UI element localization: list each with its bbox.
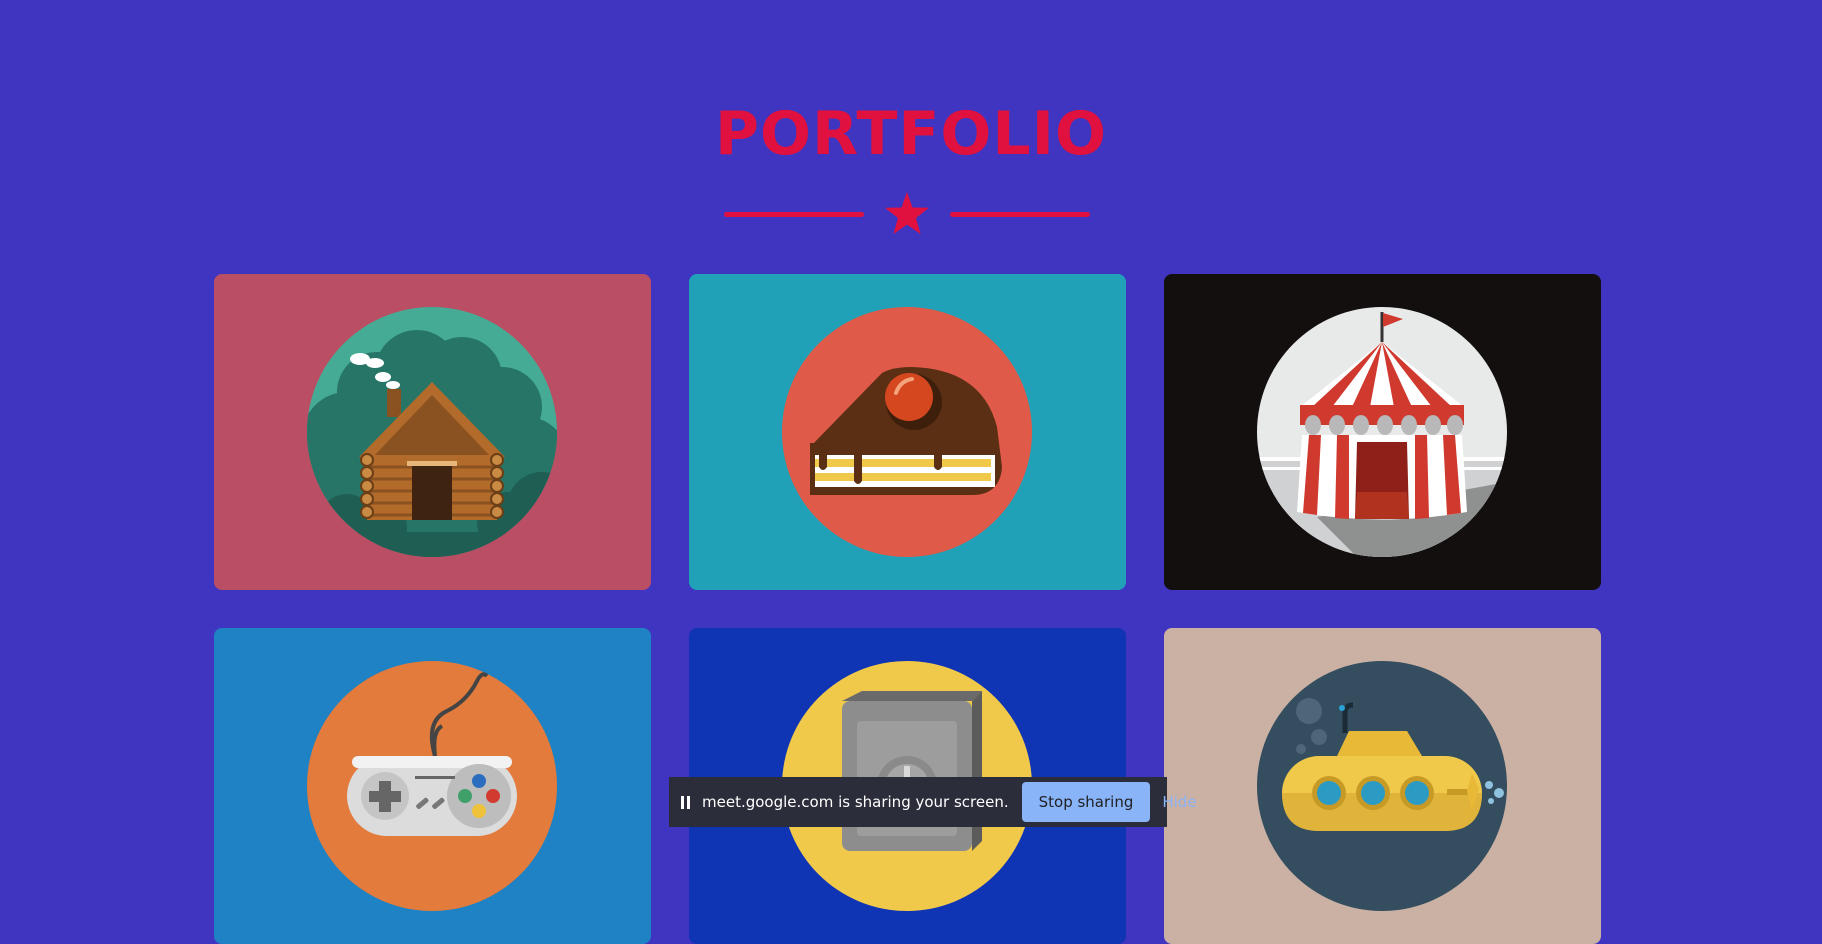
stop-sharing-button[interactable]: Stop sharing [1021, 782, 1151, 822]
portfolio-item-circus[interactable] [1164, 274, 1601, 590]
star-icon [885, 192, 929, 234]
divider-line-left [724, 212, 864, 217]
log-cabin-icon [307, 307, 557, 557]
pause-icon [681, 795, 690, 809]
share-message: meet.google.com is sharing your screen. [702, 793, 1009, 811]
portfolio-item-cabin[interactable] [214, 274, 651, 590]
portfolio-item-game[interactable] [214, 628, 651, 944]
page-title: PORTFOLIO [715, 99, 1107, 169]
title-divider [724, 190, 1090, 238]
hide-button[interactable]: Hide [1162, 793, 1196, 811]
circus-tent-icon [1257, 307, 1507, 557]
screen-share-bar: meet.google.com is sharing your screen. … [669, 777, 1197, 827]
submarine-icon [1257, 661, 1507, 911]
cake-slice-icon [782, 307, 1032, 557]
portfolio-item-submarine[interactable] [1164, 628, 1601, 944]
game-controller-icon [307, 661, 557, 911]
portfolio-item-cake[interactable] [689, 274, 1126, 590]
divider-line-right [950, 212, 1090, 217]
